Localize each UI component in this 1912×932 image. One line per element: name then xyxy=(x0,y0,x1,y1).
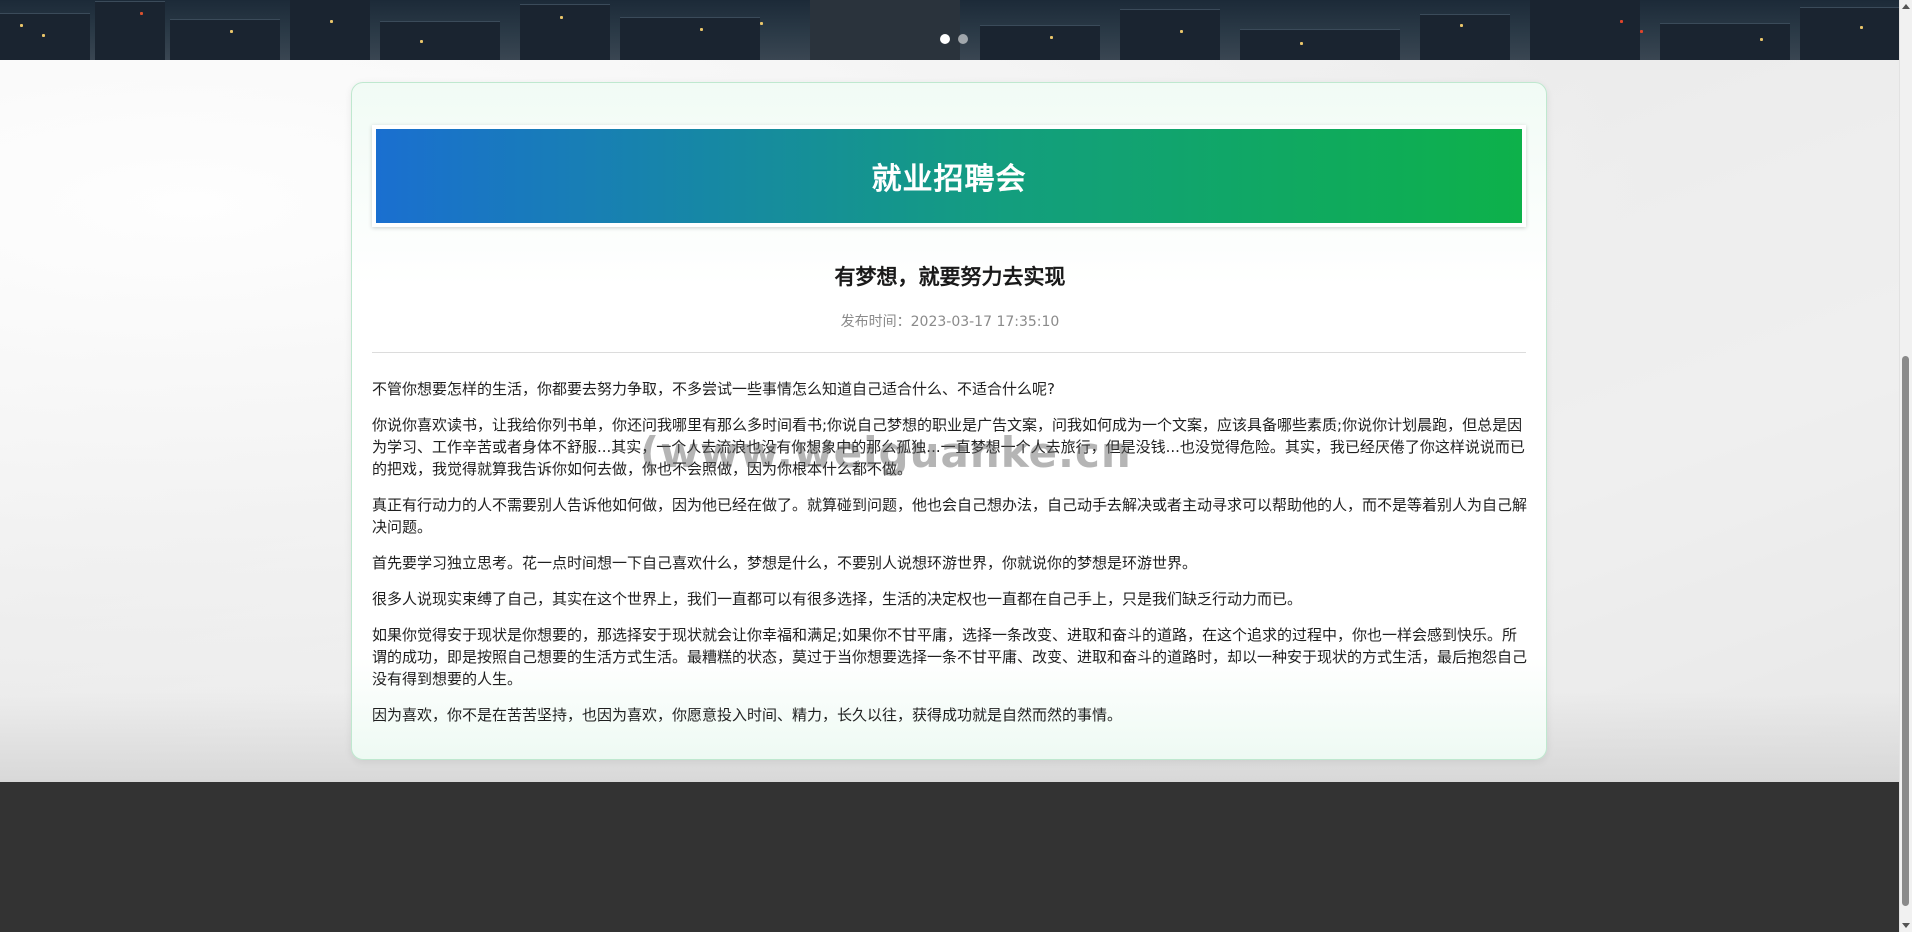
article-paragraph: 不管你想要怎样的生活，你都要去努力争取，不多尝试一些事情怎么知道自己适合什么、不… xyxy=(372,380,1055,398)
article-content: 不管你想要怎样的生活，你都要去努力争取，不多尝试一些事情怎么知道自己适合什么、不… xyxy=(372,378,1530,740)
title-divider xyxy=(372,352,1526,353)
vertical-scrollbar[interactable] xyxy=(1899,0,1912,932)
article-paragraph: 真正有行动力的人不需要别人告诉他如何做，因为他已经在做了。就算碰到问题，他也会自… xyxy=(372,496,1528,536)
scroll-up-icon[interactable] xyxy=(1902,4,1910,9)
article-paragraph: 如果你觉得安于现状是你想要的，那选择安于现状就会让你幸福和满足;如果你不甘平庸，… xyxy=(372,626,1528,688)
scroll-down-icon[interactable] xyxy=(1902,923,1910,928)
article-paragraph: 首先要学习独立思考。花一点时间想一下自己喜欢什么，梦想是什么，不要别人说想环游世… xyxy=(372,554,1198,572)
scroll-thumb[interactable] xyxy=(1902,356,1909,906)
article-title: 有梦想，就要努力去实现 xyxy=(834,265,1066,289)
banner-title: 就业招聘会 xyxy=(871,162,1027,197)
footer xyxy=(0,782,1900,932)
page: 就业招聘会 有梦想，就要努力去实现 发布时间：2023-03-17 17:35:… xyxy=(0,0,1912,932)
hero-banner xyxy=(0,0,1900,60)
article-paragraph: 因为喜欢，你不是在苦苦坚持，也因为喜欢，你愿意投入时间、精力，长久以往，获得成功… xyxy=(372,706,1123,724)
event-banner: 就业招聘会 xyxy=(372,125,1526,227)
article-paragraph: 你说你喜欢读书，让我给你列书单，你还问我哪里有那么多时间看书;你说自己梦想的职业… xyxy=(372,416,1525,478)
publish-time: 发布时间：2023-03-17 17:35:10 xyxy=(840,314,1060,330)
carousel-dots xyxy=(940,34,968,44)
carousel-dot-2[interactable] xyxy=(958,34,968,44)
carousel-dot-1[interactable] xyxy=(940,34,950,44)
article-card: 就业招聘会 有梦想，就要努力去实现 发布时间：2023-03-17 17:35:… xyxy=(351,82,1547,760)
article-paragraph: 很多人说现实束缚了自己，其实在这个世界上，我们一直都可以有很多选择，生活的决定权… xyxy=(372,590,1303,608)
